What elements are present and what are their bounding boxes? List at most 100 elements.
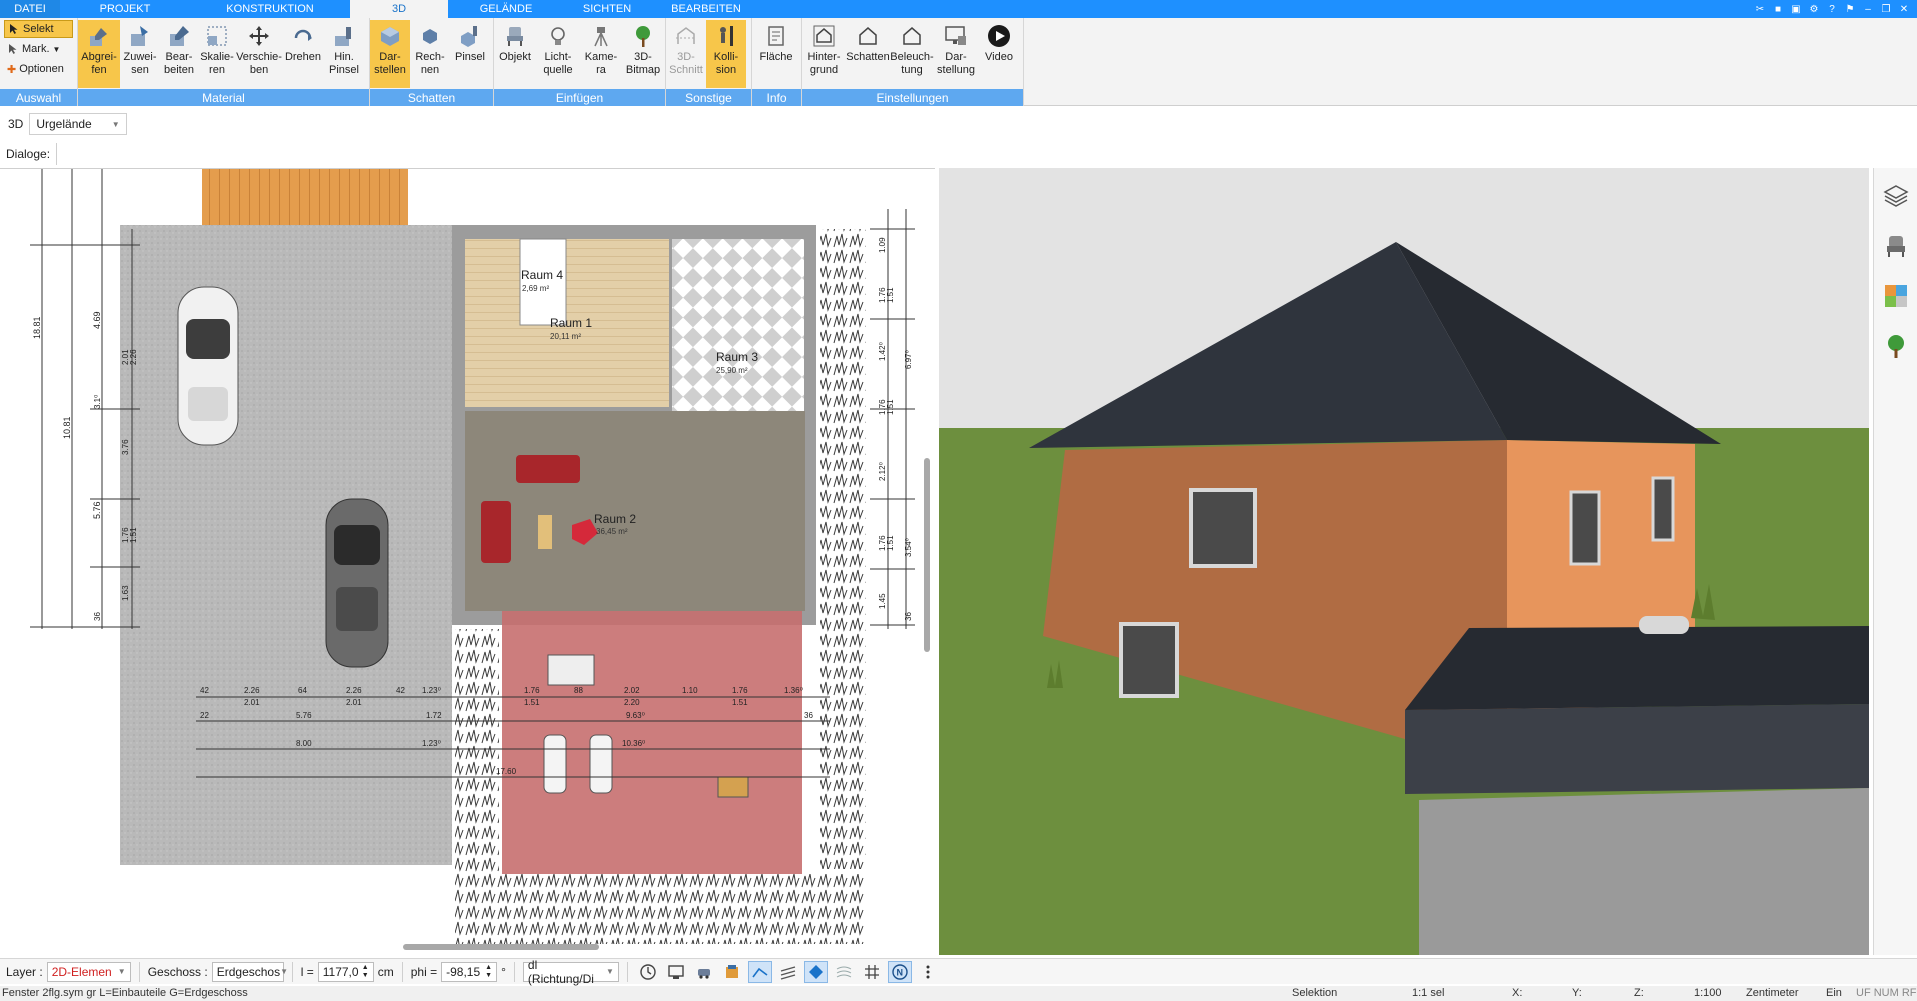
hatch-button[interactable]: [776, 961, 800, 983]
rotate-material-button[interactable]: Drehen: [282, 20, 324, 88]
garage-wall[interactable]: [1419, 788, 1869, 955]
length-input[interactable]: 1177,0 ▲ ▼: [317, 961, 374, 982]
menu-bar: DATEI PROJEKT KONSTRUKTION 3D GELÄNDE SI…: [0, 0, 1917, 18]
floor-plan-drawing[interactable]: Raum 4 2,69 m² Raum 1 20,11 m² Raum 3 25…: [0, 169, 935, 948]
terrace-chair[interactable]: [717, 776, 749, 798]
furniture-catalog-button[interactable]: [1874, 224, 1917, 268]
materials-catalog-button[interactable]: [1874, 274, 1917, 318]
dim-right-3: 1.42⁰: [878, 342, 887, 361]
geschoss-select[interactable]: Erdgeschos ▼: [211, 961, 288, 982]
car-bottom[interactable]: [325, 498, 389, 668]
insert-object-button[interactable]: Objekt: [494, 20, 536, 88]
tools-icon[interactable]: ✂: [1753, 2, 1767, 16]
window-upper-left[interactable]: [1189, 488, 1257, 568]
tab-gelaende[interactable]: GELÄNDE: [448, 0, 564, 18]
collision-button[interactable]: Kolli- sion: [706, 20, 746, 88]
dim-right-11: 1.45: [878, 593, 887, 609]
armchair[interactable]: [481, 501, 511, 563]
window-upper-right-1[interactable]: [1569, 490, 1601, 566]
scale-material-button[interactable]: Skalie- ren: [198, 20, 236, 88]
color-icon[interactable]: ■: [1771, 2, 1785, 16]
svg-text:N: N: [896, 967, 903, 977]
stepper-icon[interactable]: ▲ ▼: [485, 964, 492, 980]
options-button[interactable]: ✚ Optionen: [4, 60, 73, 78]
geschoss-value: Erdgeschos: [216, 964, 281, 979]
texture-button[interactable]: [832, 961, 856, 983]
insert-light-button[interactable]: Licht- quelle: [536, 20, 580, 88]
stepper-icon[interactable]: ▲ ▼: [362, 964, 369, 980]
settings-icon[interactable]: ⚙: [1807, 2, 1821, 16]
tab-sichten[interactable]: SICHTEN: [564, 0, 650, 18]
edit-material-button[interactable]: Bear- beiten: [160, 20, 198, 88]
3d-scene[interactable]: [939, 168, 1869, 955]
minimize-icon[interactable]: –: [1861, 2, 1875, 16]
tree-icon: [636, 26, 650, 47]
terrain-select[interactable]: Urgelände ▼: [29, 113, 127, 135]
lighting-button[interactable]: Beleuch- tung: [890, 20, 934, 88]
terrace-bench[interactable]: [547, 654, 595, 686]
dim-right-2: 1.51: [886, 287, 895, 303]
show-shadow-button[interactable]: Dar- stellen: [370, 20, 410, 88]
move-material-button[interactable]: Verschie- ben: [236, 20, 282, 88]
box-button[interactable]: [720, 961, 744, 983]
help-icon[interactable]: ?: [1825, 2, 1839, 16]
layout-icon[interactable]: ▣: [1789, 2, 1803, 16]
driveway-area[interactable]: [120, 225, 452, 865]
grid-button[interactable]: [860, 961, 884, 983]
snap-line-button[interactable]: [747, 960, 772, 983]
mark-button[interactable]: Mark. ▼: [4, 40, 73, 58]
select-button[interactable]: Selekt: [4, 20, 73, 38]
car-top[interactable]: [177, 286, 239, 446]
insert-camera-button[interactable]: Kame- ra: [580, 20, 622, 88]
room-raum-2[interactable]: [465, 411, 805, 611]
clock-button[interactable]: [636, 961, 660, 983]
garage-roof[interactable]: [1405, 626, 1869, 710]
lounger-1[interactable]: [543, 734, 567, 794]
3d-view[interactable]: [939, 168, 1869, 955]
plan-vertical-scrollbar[interactable]: [924, 458, 930, 652]
dim-right-6: 1.51: [886, 399, 895, 415]
direction-select[interactable]: dl (Richtung/Di ▼: [522, 958, 619, 986]
tab-projekt[interactable]: PROJEKT: [60, 0, 190, 18]
tab-bearbeiten[interactable]: BEARBEITEN: [650, 0, 762, 18]
room-raum-4[interactable]: [519, 238, 567, 326]
shadow-brush-button[interactable]: Pinsel: [450, 20, 490, 88]
calc-shadow-button[interactable]: Rech- nen: [410, 20, 450, 88]
insert-bitmap-button[interactable]: 3D- Bitmap: [622, 20, 664, 88]
tab-3d[interactable]: 3D: [350, 0, 448, 18]
plants-catalog-button[interactable]: [1874, 324, 1917, 368]
tab-datei[interactable]: DATEI: [0, 0, 60, 18]
floor-plan-view[interactable]: Raum 4 2,69 m² Raum 1 20,11 m² Raum 3 25…: [0, 168, 935, 948]
cars-button[interactable]: [692, 961, 716, 983]
display-button[interactable]: Dar- stellung: [934, 20, 978, 88]
window-upper-right-2[interactable]: [1651, 476, 1675, 542]
brush-material-button[interactable]: Hin. Pinsel: [324, 20, 364, 88]
more-button[interactable]: [916, 961, 940, 983]
restore-icon[interactable]: ❐: [1879, 2, 1893, 16]
tab-konstruktion[interactable]: KONSTRUKTION: [190, 0, 350, 18]
flag-icon[interactable]: ⚑: [1843, 2, 1857, 16]
shadow-settings-button[interactable]: Schatten: [846, 20, 890, 88]
assign-material-button[interactable]: Zuwei- sen: [120, 20, 160, 88]
side-table[interactable]: [538, 515, 552, 549]
layer-select[interactable]: 2D-Elemen ▼: [46, 961, 131, 982]
video-button[interactable]: Video: [978, 20, 1020, 88]
sofa[interactable]: [516, 455, 580, 483]
lounger-2[interactable]: [589, 734, 613, 794]
garage-roof-edge[interactable]: [1405, 704, 1869, 794]
plan-horizontal-scrollbar[interactable]: [403, 944, 599, 950]
area-button[interactable]: Fläche: [752, 20, 800, 88]
window-lower-left[interactable]: [1119, 622, 1179, 698]
layers-button[interactable]: [1874, 174, 1917, 218]
close-icon[interactable]: ✕: [1897, 2, 1911, 16]
screen-button[interactable]: [664, 961, 688, 983]
dim-bottom-7: 88: [574, 686, 583, 695]
pick-material-button[interactable]: Abgrei- fen: [78, 20, 120, 88]
background-button[interactable]: Hinter- grund: [802, 20, 846, 88]
fill-button[interactable]: [803, 960, 828, 983]
phi-label: phi =: [410, 964, 438, 979]
dim-bottom-11: 1.36⁰: [784, 686, 803, 695]
north-button[interactable]: N: [887, 960, 912, 983]
section-3d-button[interactable]: 3D- Schnitt: [666, 20, 706, 88]
phi-input[interactable]: -98,15 ▲ ▼: [441, 961, 498, 982]
